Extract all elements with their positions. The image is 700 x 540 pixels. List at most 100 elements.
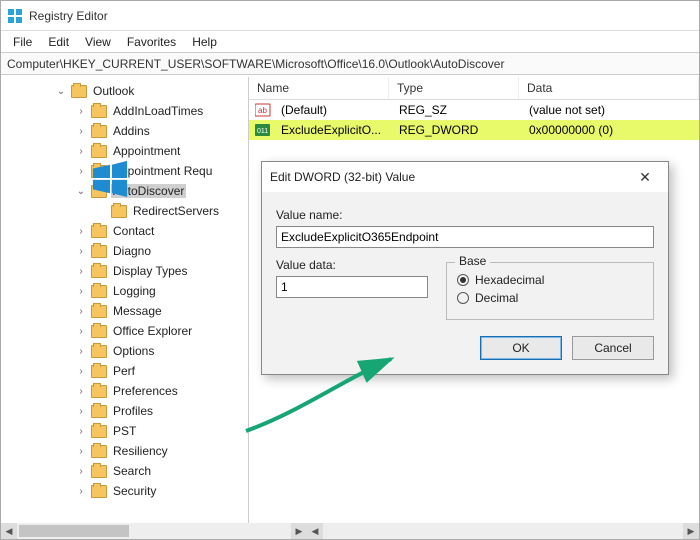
- tree-node-options[interactable]: › Options: [71, 341, 248, 361]
- chevron-right-icon[interactable]: ›: [75, 406, 87, 417]
- horizontal-scrollbar[interactable]: ◀ ▶ ◀ ▶: [1, 523, 699, 539]
- chevron-right-icon[interactable]: ›: [75, 366, 87, 377]
- value-type-cell: REG_DWORD: [391, 121, 521, 139]
- tree-node-label: Appointment Requ: [111, 164, 214, 178]
- edit-dword-dialog: Edit DWORD (32-bit) Value ✕ Value name: …: [261, 161, 669, 375]
- dword-value-icon: 011: [255, 123, 271, 137]
- chevron-right-icon[interactable]: ›: [75, 146, 87, 157]
- chevron-right-icon[interactable]: ›: [75, 466, 87, 477]
- tree-node-outlook[interactable]: ⌄ Outlook: [51, 81, 248, 101]
- chevron-right-icon[interactable]: ›: [75, 246, 87, 257]
- tree-node-label: Diagno: [111, 244, 153, 258]
- value-name-field[interactable]: [276, 226, 654, 248]
- base-group: Base Hexadecimal Decimal: [446, 262, 654, 320]
- tree-view[interactable]: ⌄Outlook›AddInLoadTimes›Addins›Appointme…: [1, 77, 249, 523]
- tree-node-logging[interactable]: ›Logging: [71, 281, 248, 301]
- col-data[interactable]: Data: [519, 77, 699, 99]
- value-data-field[interactable]: [276, 276, 428, 298]
- chevron-down-icon[interactable]: ⌄: [75, 186, 87, 197]
- radio-dot-icon: [457, 274, 469, 286]
- tree-node-label: RedirectServers: [131, 204, 221, 218]
- base-label: Base: [455, 254, 490, 268]
- chevron-right-icon[interactable]: ›: [75, 226, 87, 237]
- tree-node-security[interactable]: › Security: [71, 481, 248, 501]
- folder-icon: [91, 385, 107, 398]
- folder-icon: [91, 285, 107, 298]
- col-name[interactable]: Name: [249, 77, 389, 99]
- folder-icon: [91, 305, 107, 318]
- folder-icon: [91, 325, 107, 338]
- tree-node-label: Contact: [111, 224, 156, 238]
- chevron-right-icon[interactable]: ›: [75, 126, 87, 137]
- tree-node-contact[interactable]: › Contact: [71, 221, 248, 241]
- app-icon: [7, 8, 23, 24]
- scroll-left-icon[interactable]: ◀: [1, 523, 17, 539]
- radio-hex-label: Hexadecimal: [475, 273, 544, 287]
- radio-dec-label: Decimal: [475, 291, 518, 305]
- scroll-right-icon[interactable]: ▶: [291, 523, 307, 539]
- tree-node-display-types[interactable]: ›Display Types: [71, 261, 248, 281]
- value-row[interactable]: 011ExcludeExplicitO...REG_DWORD0x0000000…: [249, 120, 699, 140]
- chevron-right-icon[interactable]: ›: [75, 426, 87, 437]
- chevron-right-icon[interactable]: ›: [75, 106, 87, 117]
- tree-node-office-explorer[interactable]: › Office Explorer: [71, 321, 248, 341]
- scroll-left-icon-2[interactable]: ◀: [307, 523, 323, 539]
- chevron-right-icon[interactable]: ›: [75, 286, 87, 297]
- cancel-button[interactable]: Cancel: [572, 336, 654, 360]
- tree-node-search[interactable]: › Search: [71, 461, 248, 481]
- tree-node-pst[interactable]: ›PST: [71, 421, 248, 441]
- column-headers[interactable]: Name Type Data: [249, 77, 699, 100]
- menu-edit[interactable]: Edit: [40, 33, 77, 51]
- tree-node-appointment-requ[interactable]: › Appointment Requ: [71, 161, 248, 181]
- menu-favorites[interactable]: Favorites: [119, 33, 184, 51]
- tree-node-label: Perf: [111, 364, 137, 378]
- folder-icon: [91, 265, 107, 278]
- chevron-right-icon[interactable]: ›: [75, 166, 87, 177]
- scroll-right-icon-2[interactable]: ▶: [683, 523, 699, 539]
- address-bar[interactable]: Computer\HKEY_CURRENT_USER\SOFTWARE\Micr…: [1, 53, 699, 75]
- tree-node-label: Resiliency: [111, 444, 170, 458]
- tree-node-label: Office Explorer: [111, 324, 194, 338]
- chevron-right-icon[interactable]: ›: [75, 306, 87, 317]
- chevron-right-icon[interactable]: ›: [75, 486, 87, 497]
- chevron-right-icon[interactable]: ›: [75, 446, 87, 457]
- close-icon[interactable]: ✕: [630, 169, 660, 186]
- radio-hexadecimal[interactable]: Hexadecimal: [457, 273, 643, 287]
- folder-icon: [91, 185, 107, 198]
- tree-node-redirectservers[interactable]: RedirectServers: [91, 201, 248, 221]
- menu-help[interactable]: Help: [184, 33, 225, 51]
- value-data-label: Value data:: [276, 258, 428, 272]
- menu-view[interactable]: View: [77, 33, 119, 51]
- tree-node-label: Addins: [111, 124, 152, 138]
- tree-node-preferences[interactable]: ›Preferences: [71, 381, 248, 401]
- tree-node-addins[interactable]: › Addins: [71, 121, 248, 141]
- tree-node-appointment[interactable]: ›Appointment: [71, 141, 248, 161]
- tree-node-label: Options: [111, 344, 156, 358]
- folder-icon: [91, 225, 107, 238]
- chevron-right-icon[interactable]: ›: [75, 266, 87, 277]
- ok-button[interactable]: OK: [480, 336, 562, 360]
- scroll-thumb[interactable]: [19, 525, 129, 537]
- radio-decimal[interactable]: Decimal: [457, 291, 643, 305]
- chevron-right-icon[interactable]: ›: [75, 386, 87, 397]
- folder-icon: [91, 125, 107, 138]
- chevron-right-icon[interactable]: ›: [75, 326, 87, 337]
- value-name-cell: (Default): [273, 101, 391, 119]
- chevron-right-icon[interactable]: ›: [75, 346, 87, 357]
- dialog-titlebar: Edit DWORD (32-bit) Value ✕: [262, 162, 668, 192]
- tree-node-diagno[interactable]: › Diagno: [71, 241, 248, 261]
- tree-node-message[interactable]: ›Message: [71, 301, 248, 321]
- tree-node-resiliency[interactable]: › Resiliency: [71, 441, 248, 461]
- tree-node-label: Security: [111, 484, 158, 498]
- tree-node-autodiscover[interactable]: ⌄AutoDiscover: [71, 181, 248, 201]
- tree-node-label: Search: [111, 464, 153, 478]
- folder-icon: [91, 365, 107, 378]
- tree-node-addinloadtimes[interactable]: ›AddInLoadTimes: [71, 101, 248, 121]
- tree-node-perf[interactable]: › Perf: [71, 361, 248, 381]
- menu-file[interactable]: File: [5, 33, 40, 51]
- col-type[interactable]: Type: [389, 77, 519, 99]
- value-row[interactable]: ab(Default)REG_SZ(value not set): [249, 100, 699, 120]
- tree-node-label: Outlook: [91, 84, 136, 98]
- chevron-down-icon[interactable]: ⌄: [55, 86, 67, 97]
- tree-node-profiles[interactable]: ›Profiles: [71, 401, 248, 421]
